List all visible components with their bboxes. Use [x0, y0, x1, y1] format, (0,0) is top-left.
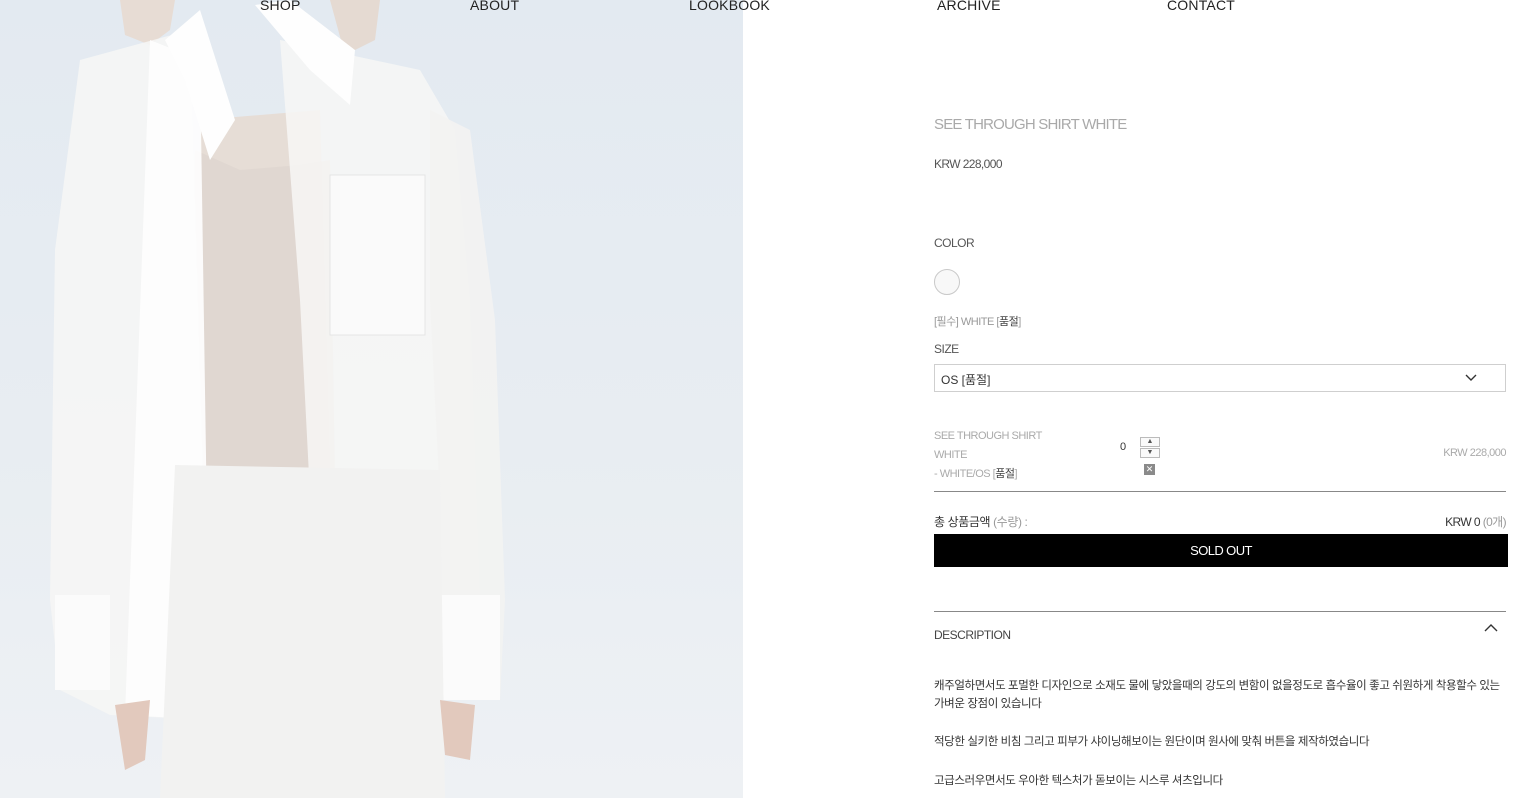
sold-out-button[interactable]: SOLD OUT [934, 534, 1508, 567]
option-required-note: [필수] WHITE [품절] [934, 313, 1021, 329]
selected-item-option-prefix: - WHITE/OS [ [934, 468, 996, 480]
nav-archive[interactable]: ARCHIVE [937, 0, 1001, 13]
nav-about[interactable]: ABOUT [470, 0, 519, 13]
total-value: KRW 0 (0개) [1445, 513, 1506, 530]
nav-lookbook[interactable]: LOOKBOOK [689, 0, 770, 13]
selected-item-option-status: 품절 [995, 468, 1015, 480]
selected-item-price: KRW 228,000 [1443, 447, 1506, 459]
model-wearing-shirt-illustration [50, 0, 505, 798]
product-title: SEE THROUGH SHIRT WHITE [934, 116, 1127, 133]
divider [934, 611, 1506, 612]
selected-item-option: - WHITE/OS [품절] [934, 465, 1064, 484]
product-photo [0, 0, 743, 798]
total-label-text: 총 상품금액 [934, 515, 991, 529]
remove-item-icon[interactable]: ✕ [1144, 464, 1155, 475]
selected-item-name-line2: WHITE [934, 449, 967, 461]
description-paragraph: 고급스러우면서도 우아한 텍스처가 돋보이는 시스루 셔츠입니다 [934, 775, 1223, 787]
total-label-suffix: (수량) : [993, 515, 1028, 529]
quantity-value[interactable]: 0 [1120, 441, 1126, 453]
option-note-suffix: ] [1018, 316, 1021, 328]
size-select[interactable]: OS [품절] [934, 364, 1506, 392]
chevron-down-icon [1465, 374, 1477, 381]
size-label: SIZE [934, 342, 959, 356]
nav-shop[interactable]: SHOP [260, 0, 300, 13]
nav-contact[interactable]: CONTACT [1167, 0, 1235, 13]
description-paragraph: 적당한 실키한 비침 그리고 피부가 샤이닝해보이는 원단이며 원사에 맞춰 버… [934, 736, 1370, 748]
option-note-prefix: [필수] WHITE [ [934, 316, 999, 328]
total-count: (0개) [1482, 515, 1507, 529]
description-paragraph: 캐주얼하면서도 포멀한 디자인으로 소재도 물에 닿았을때의 강도의 변함이 없… [934, 680, 1500, 710]
selected-item-name: SEE THROUGH SHIRT WHITE - WHITE/OS [품절] [934, 427, 1064, 484]
selected-item-name-line1: SEE THROUGH SHIRT [934, 430, 1042, 442]
color-swatch-white[interactable] [934, 269, 960, 295]
color-label: COLOR [934, 236, 975, 250]
quantity-up-button[interactable]: ▲ [1140, 437, 1160, 447]
chevron-up-icon[interactable] [1484, 622, 1498, 634]
description-heading[interactable]: DESCRIPTION [934, 628, 1011, 642]
selected-item-option-suffix: ] [1014, 468, 1018, 480]
top-navigation: SHOP ABOUT LOOKBOOK ARCHIVE CONTACT [0, 0, 1514, 17]
size-select-value: OS [품절] [941, 373, 991, 387]
product-price: KRW 228,000 [934, 157, 1002, 171]
option-note-status: 품절 [998, 316, 1019, 328]
divider [934, 491, 1506, 492]
quantity-down-button[interactable]: ▼ [1140, 448, 1160, 458]
total-label: 총 상품금액 (수량) : [934, 513, 1028, 530]
total-amount: KRW 0 [1445, 515, 1480, 529]
